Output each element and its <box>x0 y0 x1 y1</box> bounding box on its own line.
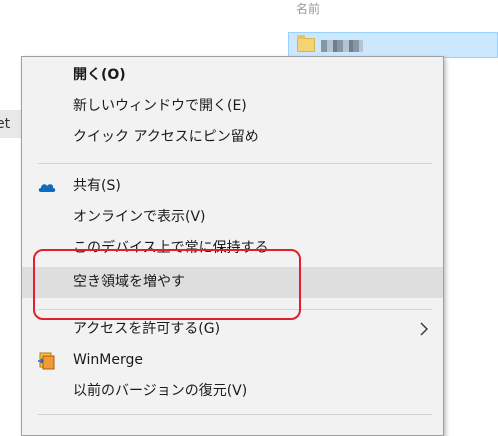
winmerge-icon <box>38 352 55 370</box>
menu-item-winmerge[interactable]: WinMerge <box>22 345 443 376</box>
menu-item-label: 共有(S) <box>73 178 121 194</box>
column-header-name[interactable]: 名前 <box>296 0 320 17</box>
context-menu: 開く(O) 新しいウィンドウで開く(E) クイック アクセスにピン留め 共有(S… <box>21 56 444 436</box>
chevron-right-icon <box>420 322 428 336</box>
blurred-file-name <box>321 40 363 52</box>
menu-item-give-access[interactable]: アクセスを許可する(G) <box>22 314 443 345</box>
menu-separator <box>38 414 432 415</box>
menu-item-label: クイック アクセスにピン留め <box>73 129 259 145</box>
menu-separator <box>38 309 432 310</box>
menu-item-open-new-window[interactable]: 新しいウィンドウで開く(E) <box>22 91 443 122</box>
menu-item-pin-quick-access[interactable]: クイック アクセスにピン留め <box>22 122 443 153</box>
menu-item-label: 新しいウィンドウで開く(E) <box>73 98 247 114</box>
menu-item-label: このデバイス上で常に保持する <box>73 240 269 256</box>
navigation-pane-item-label: et <box>0 116 11 132</box>
menu-item-open[interactable]: 開く(O) <box>22 60 443 91</box>
menu-separator <box>38 163 432 164</box>
menu-item-view-online[interactable]: オンラインで表示(V) <box>22 202 443 233</box>
menu-item-free-up-space[interactable]: 空き領域を増やす <box>22 267 443 298</box>
menu-item-label: 以前のバージョンの復元(V) <box>73 383 248 399</box>
selected-file-row[interactable] <box>288 32 498 58</box>
menu-item-restore-previous-versions[interactable]: 以前のバージョンの復元(V) <box>22 376 443 407</box>
navigation-pane-item[interactable]: et <box>0 110 21 138</box>
menu-item-label: WinMerge <box>73 352 143 368</box>
menu-item-share[interactable]: 共有(S) <box>22 171 443 202</box>
folder-icon <box>297 35 315 52</box>
menu-item-label: 空き領域を増やす <box>73 274 185 290</box>
menu-item-label: オンラインで表示(V) <box>73 209 206 225</box>
menu-item-label: 開く(O) <box>73 67 126 83</box>
onedrive-cloud-icon <box>38 184 56 192</box>
menu-item-always-keep-on-device[interactable]: このデバイス上で常に保持する <box>22 233 443 264</box>
menu-item-label: アクセスを許可する(G) <box>73 321 221 337</box>
